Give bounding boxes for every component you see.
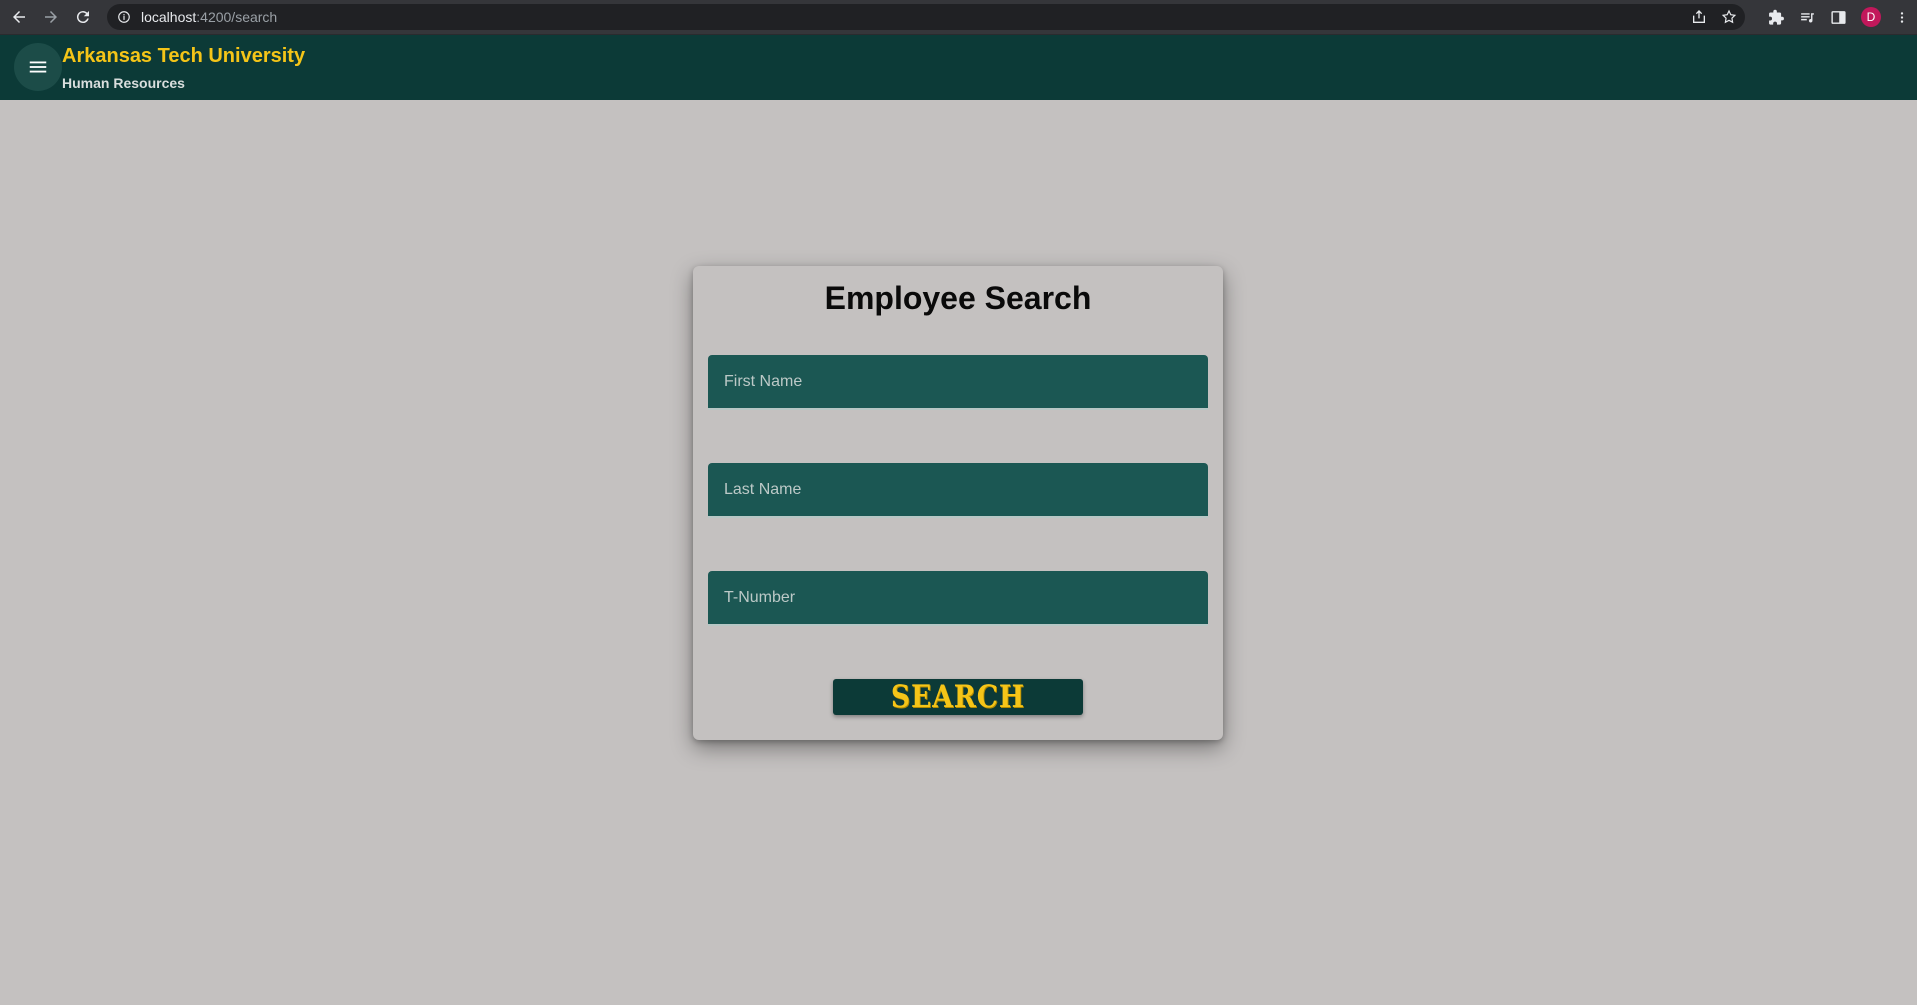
menu-button[interactable] bbox=[14, 43, 62, 91]
card-title: Employee Search bbox=[824, 280, 1092, 316]
back-button[interactable] bbox=[6, 4, 32, 30]
first-name-input[interactable] bbox=[708, 355, 1208, 410]
last-name-input[interactable] bbox=[708, 463, 1208, 518]
side-panel-icon[interactable] bbox=[1830, 9, 1847, 26]
app-subtitle: Human Resources bbox=[62, 75, 185, 91]
address-bar[interactable]: localhost:4200/search bbox=[107, 4, 1745, 30]
reload-button[interactable] bbox=[70, 4, 96, 30]
profile-avatar[interactable]: D bbox=[1861, 7, 1881, 27]
search-button[interactable]: SEARCH bbox=[833, 679, 1083, 715]
url-host: localhost bbox=[141, 9, 197, 25]
info-icon bbox=[118, 11, 130, 23]
url-path: :4200/search bbox=[196, 9, 278, 25]
arrow-left-icon bbox=[13, 11, 25, 23]
browser-toolbar: localhost:4200/search D bbox=[0, 0, 1917, 35]
app-title: Arkansas Tech University bbox=[62, 45, 306, 67]
share-icon[interactable] bbox=[1691, 9, 1707, 25]
app-toolbar: Arkansas Tech University Human Resources bbox=[0, 35, 1917, 100]
kebab-menu-icon[interactable] bbox=[1895, 9, 1909, 26]
menu-icon bbox=[29, 61, 47, 73]
t-number-input[interactable] bbox=[708, 571, 1208, 626]
forward-button[interactable] bbox=[38, 4, 64, 30]
employee-search-card: Employee Search SEARCH bbox=[693, 266, 1223, 740]
arrow-right-icon bbox=[45, 11, 57, 23]
media-queue-icon[interactable] bbox=[1799, 9, 1816, 26]
search-button-label: SEARCH bbox=[890, 679, 1025, 715]
reload-icon bbox=[76, 11, 89, 24]
star-icon[interactable] bbox=[1721, 9, 1737, 25]
extensions-icon[interactable] bbox=[1768, 9, 1785, 26]
